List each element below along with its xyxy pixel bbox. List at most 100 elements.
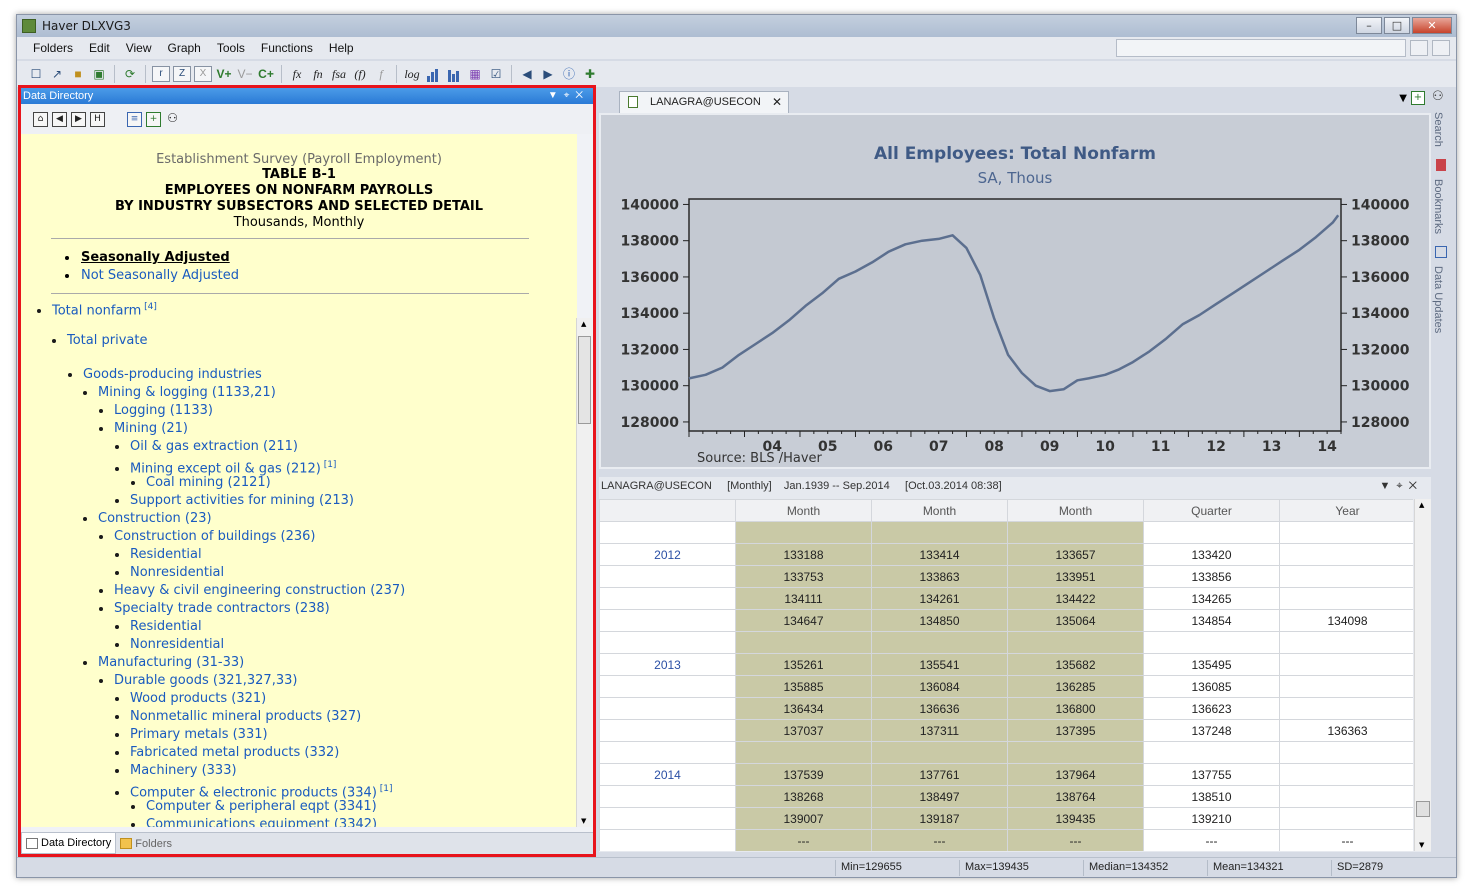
value-cell[interactable]: 133951: [1007, 565, 1144, 588]
value-cell[interactable]: 135064: [1007, 609, 1144, 632]
tree-item[interactable]: Support activities for mining (213): [115, 492, 354, 510]
value-cell[interactable]: 137761: [871, 763, 1008, 786]
year-cell[interactable]: [599, 807, 736, 830]
value-cell[interactable]: 137248: [1143, 719, 1280, 742]
tree-item[interactable]: Durable goods (321,327,33): [99, 672, 297, 690]
value-cell[interactable]: [1007, 521, 1144, 544]
value-cell[interactable]: 138510: [1143, 785, 1280, 808]
tree-item[interactable]: Primary metals (331): [115, 726, 268, 744]
tree-item-label[interactable]: Manufacturing (31-33): [98, 655, 244, 670]
year-cell[interactable]: 2013: [599, 653, 736, 676]
options-icon[interactable]: [1432, 40, 1450, 56]
value-cell[interactable]: [1279, 741, 1413, 764]
value-cell[interactable]: 137539: [735, 763, 872, 786]
year-cell[interactable]: [599, 785, 736, 808]
value-cell[interactable]: 139210: [1143, 807, 1280, 830]
tree-item[interactable]: Heavy & civil engineering construction (…: [99, 582, 405, 600]
check-chart-icon[interactable]: ☑: [487, 65, 505, 83]
year-cell[interactable]: [599, 521, 736, 544]
column-header[interactable]: Year: [1279, 499, 1413, 522]
year-cell[interactable]: [599, 719, 736, 742]
value-cell[interactable]: 139435: [1007, 807, 1144, 830]
pin-icon[interactable]: ⌖: [564, 90, 576, 101]
value-cell[interactable]: [1279, 697, 1413, 720]
forward-icon[interactable]: ▶: [539, 65, 557, 83]
tree-item-label[interactable]: Durable goods (321,327,33): [114, 673, 297, 688]
value-cell[interactable]: [1279, 543, 1413, 566]
value-cell[interactable]: [1279, 587, 1413, 610]
x-button[interactable]: X: [194, 66, 212, 82]
maximize-button[interactable]: □: [1384, 17, 1410, 34]
tree-item-label[interactable]: Heavy & civil engineering construction (…: [114, 583, 405, 598]
tree-item-label[interactable]: Residential: [130, 619, 202, 634]
tree-item-label[interactable]: Construction (23): [98, 511, 212, 526]
tree-item-label[interactable]: Primary metals (331): [130, 727, 268, 742]
data-table[interactable]: Month Month Month Quarter Year 2012 133188 1334…: [599, 499, 1413, 851]
chart-tab[interactable]: LANAGRA@USECON ✕: [619, 91, 789, 113]
value-cell[interactable]: 133856: [1143, 565, 1280, 588]
new-icon[interactable]: ☐: [27, 65, 45, 83]
check-icon[interactable]: [1410, 40, 1428, 56]
f-paren-button[interactable]: (f): [351, 65, 369, 83]
bar-chart-2-icon[interactable]: [445, 65, 463, 83]
value-cell[interactable]: 134647: [735, 609, 872, 632]
value-cell[interactable]: ---: [735, 829, 872, 851]
close-button[interactable]: ✕: [1412, 17, 1452, 34]
panel-close-icon[interactable]: ✕: [575, 90, 589, 101]
directory-icon[interactable]: ≡: [127, 111, 142, 127]
side-tab-bookmarks[interactable]: Bookmarks: [1432, 175, 1444, 238]
value-cell[interactable]: [871, 521, 1008, 544]
tree-item[interactable]: Residential: [115, 546, 202, 564]
grid-scrollbar[interactable]: ▲ ▼: [1414, 499, 1431, 851]
tree-item-label[interactable]: Construction of buildings (236): [114, 529, 316, 544]
value-cell[interactable]: 135682: [1007, 653, 1144, 676]
info-icon[interactable]: ⓘ: [560, 65, 578, 83]
value-cell[interactable]: [1279, 565, 1413, 588]
add-series-icon[interactable]: +: [146, 111, 161, 127]
tree-item[interactable]: Communications equipment (3342): [131, 816, 377, 827]
value-cell[interactable]: [1279, 785, 1413, 808]
value-cell[interactable]: 133863: [871, 565, 1008, 588]
value-cell[interactable]: 135541: [871, 653, 1008, 676]
tree-item[interactable]: Total nonfarm [4]: [37, 298, 157, 318]
value-cell[interactable]: 135261: [735, 653, 872, 676]
value-cell[interactable]: [735, 521, 872, 544]
tab-data-directory[interactable]: Data Directory: [21, 833, 117, 854]
back-icon[interactable]: ◀: [518, 65, 536, 83]
tree-item-label[interactable]: Residential: [130, 547, 202, 562]
column-header[interactable]: Month: [735, 499, 872, 522]
value-cell[interactable]: [735, 631, 872, 654]
add-folder-icon[interactable]: ✚: [581, 65, 599, 83]
tab-close-icon[interactable]: ✕: [772, 92, 782, 112]
column-header[interactable]: Quarter: [1143, 499, 1280, 522]
tree-item[interactable]: Coal mining (2121): [131, 474, 271, 492]
menu-tools[interactable]: Tools: [209, 41, 253, 55]
tree-item-label[interactable]: Mining & logging (1133,21): [98, 385, 276, 400]
year-cell[interactable]: 2014: [599, 763, 736, 786]
value-cell[interactable]: [1279, 763, 1413, 786]
footnote-ref[interactable]: [4]: [141, 302, 157, 312]
tree-item-label[interactable]: Fabricated metal products (332): [130, 745, 339, 760]
value-cell[interactable]: [1007, 631, 1144, 654]
value-cell[interactable]: 133414: [871, 543, 1008, 566]
tree-item[interactable]: Machinery (333): [115, 762, 237, 780]
r-button[interactable]: r: [152, 66, 170, 82]
grid-pin-icon[interactable]: ⌖: [1396, 480, 1408, 492]
value-cell[interactable]: 137311: [871, 719, 1008, 742]
value-cell[interactable]: [871, 741, 1008, 764]
menu-folders[interactable]: Folders: [25, 41, 81, 55]
year-cell[interactable]: [599, 675, 736, 698]
value-cell[interactable]: 137037: [735, 719, 872, 742]
new-chart-icon[interactable]: +: [1411, 91, 1425, 105]
f-strike-button[interactable]: f: [372, 65, 390, 83]
scroll-thumb[interactable]: [578, 336, 591, 424]
value-cell[interactable]: 139187: [871, 807, 1008, 830]
value-cell[interactable]: 139007: [735, 807, 872, 830]
excel-icon[interactable]: ▣: [90, 65, 108, 83]
value-cell[interactable]: 138268: [735, 785, 872, 808]
footnote-ref[interactable]: [1]: [377, 784, 393, 794]
tree-item[interactable]: Oil & gas extraction (211): [115, 438, 298, 456]
menu-view[interactable]: View: [118, 41, 160, 55]
tree-item-label[interactable]: Total nonfarm: [52, 303, 141, 318]
value-cell[interactable]: 135495: [1143, 653, 1280, 676]
